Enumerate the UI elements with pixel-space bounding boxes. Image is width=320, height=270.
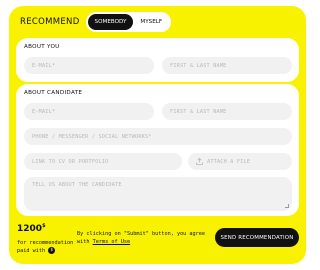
resize-handle-icon[interactable] bbox=[285, 204, 289, 208]
currency-info-icon[interactable]: $ bbox=[48, 247, 56, 254]
send-recommendation-button[interactable]: SEND RECOMMENDATION bbox=[215, 228, 299, 247]
header: RECOMMEND SOMEBODY MYSELF bbox=[20, 12, 172, 32]
about-you-panel: ABOUT YOU E-MAIL* FIRST & LAST NAME bbox=[16, 38, 299, 82]
terms-link[interactable]: Terms of Use bbox=[93, 239, 130, 245]
attach-file-button[interactable]: ATTACH A FILE bbox=[188, 153, 292, 170]
about-candidate-title: ABOUT CANDIDATE bbox=[24, 90, 83, 96]
about-candidate-panel: ABOUT CANDIDATE E-MAIL* FIRST & LAST NAM… bbox=[16, 84, 299, 216]
reward-caption: for recommendation paid with $ bbox=[17, 240, 74, 254]
recipient-toggle: SOMEBODY MYSELF bbox=[85, 12, 172, 32]
recommend-card: RECOMMEND SOMEBODY MYSELF ABOUT YOU E-MA… bbox=[9, 6, 306, 264]
candidate-name-field[interactable]: FIRST & LAST NAME bbox=[162, 103, 292, 120]
toggle-somebody[interactable]: SOMEBODY bbox=[87, 14, 134, 30]
about-candidate-placeholder: TELL US ABOUT THE CANDIDATE bbox=[32, 182, 122, 188]
about-candidate-textarea[interactable]: TELL US ABOUT THE CANDIDATE bbox=[24, 177, 292, 211]
reward-amount: 1200$ bbox=[17, 223, 46, 234]
attach-label: ATTACH A FILE bbox=[207, 158, 251, 165]
about-you-title: ABOUT YOU bbox=[24, 44, 60, 50]
terms-note: By clicking on "Submit" button, you agre… bbox=[77, 231, 206, 245]
your-name-field[interactable]: FIRST & LAST NAME bbox=[162, 57, 292, 74]
page-title: RECOMMEND bbox=[20, 17, 80, 27]
upload-icon bbox=[196, 157, 203, 165]
your-email-field[interactable]: E-MAIL* bbox=[24, 57, 154, 74]
candidate-email-field[interactable]: E-MAIL* bbox=[24, 103, 154, 120]
cv-link-field[interactable]: LINK TO CV OR PORTFOLIO bbox=[24, 153, 182, 170]
toggle-myself[interactable]: MYSELF bbox=[133, 14, 169, 30]
candidate-phone-field[interactable]: PHONE / MESSENGER / SOCIAL NETWORKS* bbox=[24, 128, 292, 145]
